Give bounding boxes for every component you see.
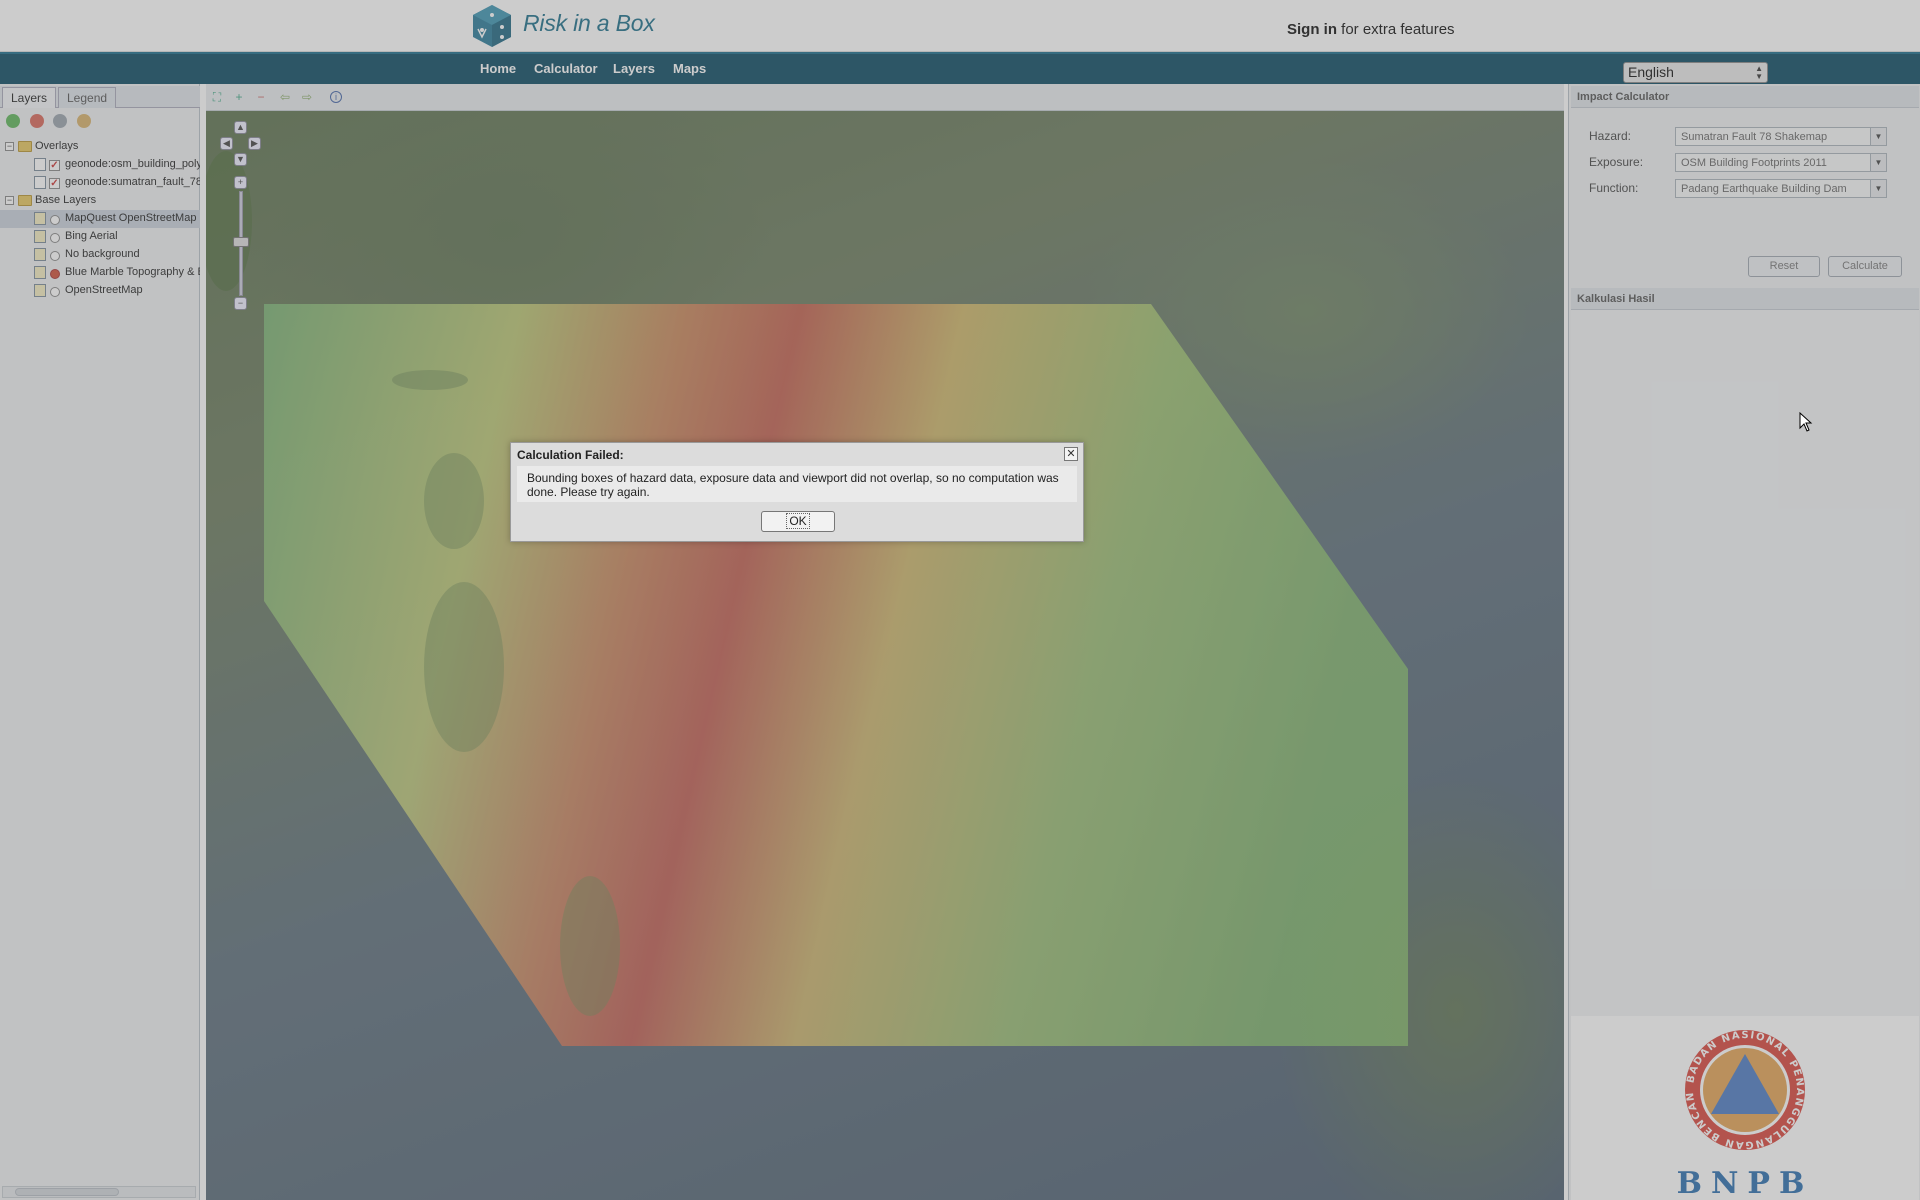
- dialog-title: Calculation Failed:: [517, 448, 624, 462]
- ok-button[interactable]: OK: [761, 511, 835, 532]
- calculation-failed-dialog: Calculation Failed: ✕ Bounding boxes of …: [510, 442, 1084, 542]
- dialog-message: Bounding boxes of hazard data, exposure …: [517, 466, 1077, 502]
- modal-overlay[interactable]: [0, 0, 1920, 1200]
- mouse-cursor-icon: [1799, 412, 1813, 432]
- close-icon[interactable]: ✕: [1064, 447, 1078, 461]
- ok-button-label: OK: [786, 513, 810, 529]
